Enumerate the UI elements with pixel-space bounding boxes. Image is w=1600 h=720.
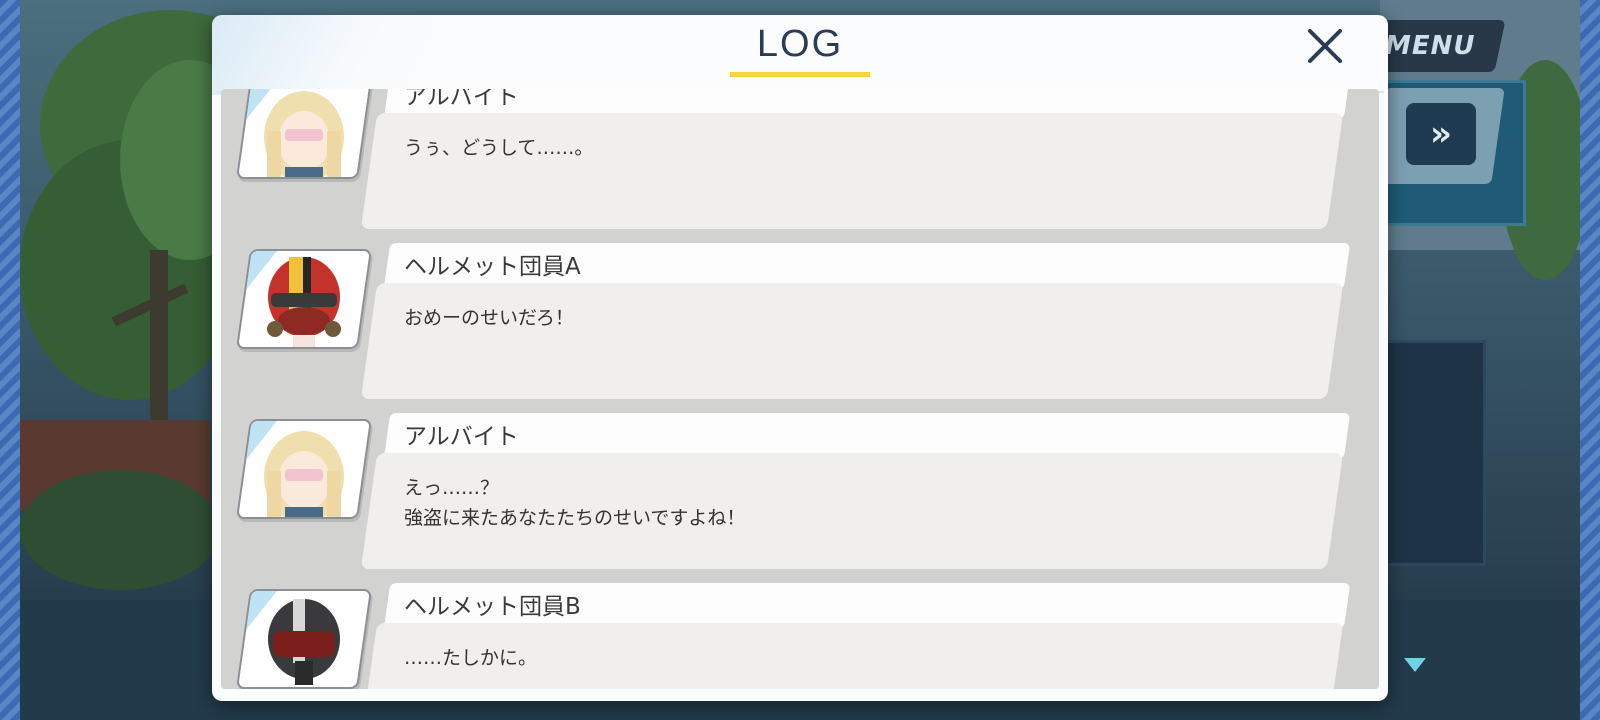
log-dialog: LOG アルバイト うぅ、どうして……。 ヘルメット団員A おめーのせいだろ！ … (212, 15, 1388, 701)
speaker-name: アルバイト (404, 424, 519, 450)
fast-forward-button[interactable]: » (1406, 103, 1476, 165)
log-entry: ヘルメット団員A おめーのせいだろ！ (221, 243, 1379, 403)
blonde-girl-portrait (235, 419, 373, 519)
speaker-name: ヘルメット団員B (404, 594, 581, 620)
log-title: LOG (756, 23, 844, 65)
log-entry: アルバイト えっ……？ 強盗に来たあなたたちのせいですよね！ (221, 413, 1379, 573)
log-header: LOG (212, 15, 1388, 93)
dialogue-text: ……たしかに。 (404, 647, 538, 669)
menu-label: MENU (1384, 31, 1476, 61)
blonde-girl-portrait (235, 89, 373, 179)
next-arrow-icon (1404, 658, 1426, 672)
speaker-name: アルバイト (404, 89, 519, 110)
log-entry: アルバイト うぅ、どうして……。 (221, 89, 1379, 233)
log-entry: ヘルメット団員B ……たしかに。 (221, 583, 1379, 689)
fast-forward-icon: » (1430, 114, 1452, 154)
dialogue-text: うぅ、どうして……。 (404, 137, 594, 159)
log-list[interactable]: アルバイト うぅ、どうして……。 ヘルメット団員A おめーのせいだろ！ アルバイ… (221, 89, 1379, 689)
speaker-name: ヘルメット団員A (404, 254, 581, 280)
close-icon (1308, 29, 1342, 63)
black-helmet-portrait (235, 589, 373, 689)
red-helmet-portrait (235, 249, 373, 349)
close-button[interactable] (1304, 25, 1346, 67)
dialogue-text: えっ……？ 強盗に来たあなたたちのせいですよね！ (404, 477, 746, 529)
dialogue-text: おめーのせいだろ！ (404, 307, 574, 329)
title-underline (730, 72, 870, 77)
